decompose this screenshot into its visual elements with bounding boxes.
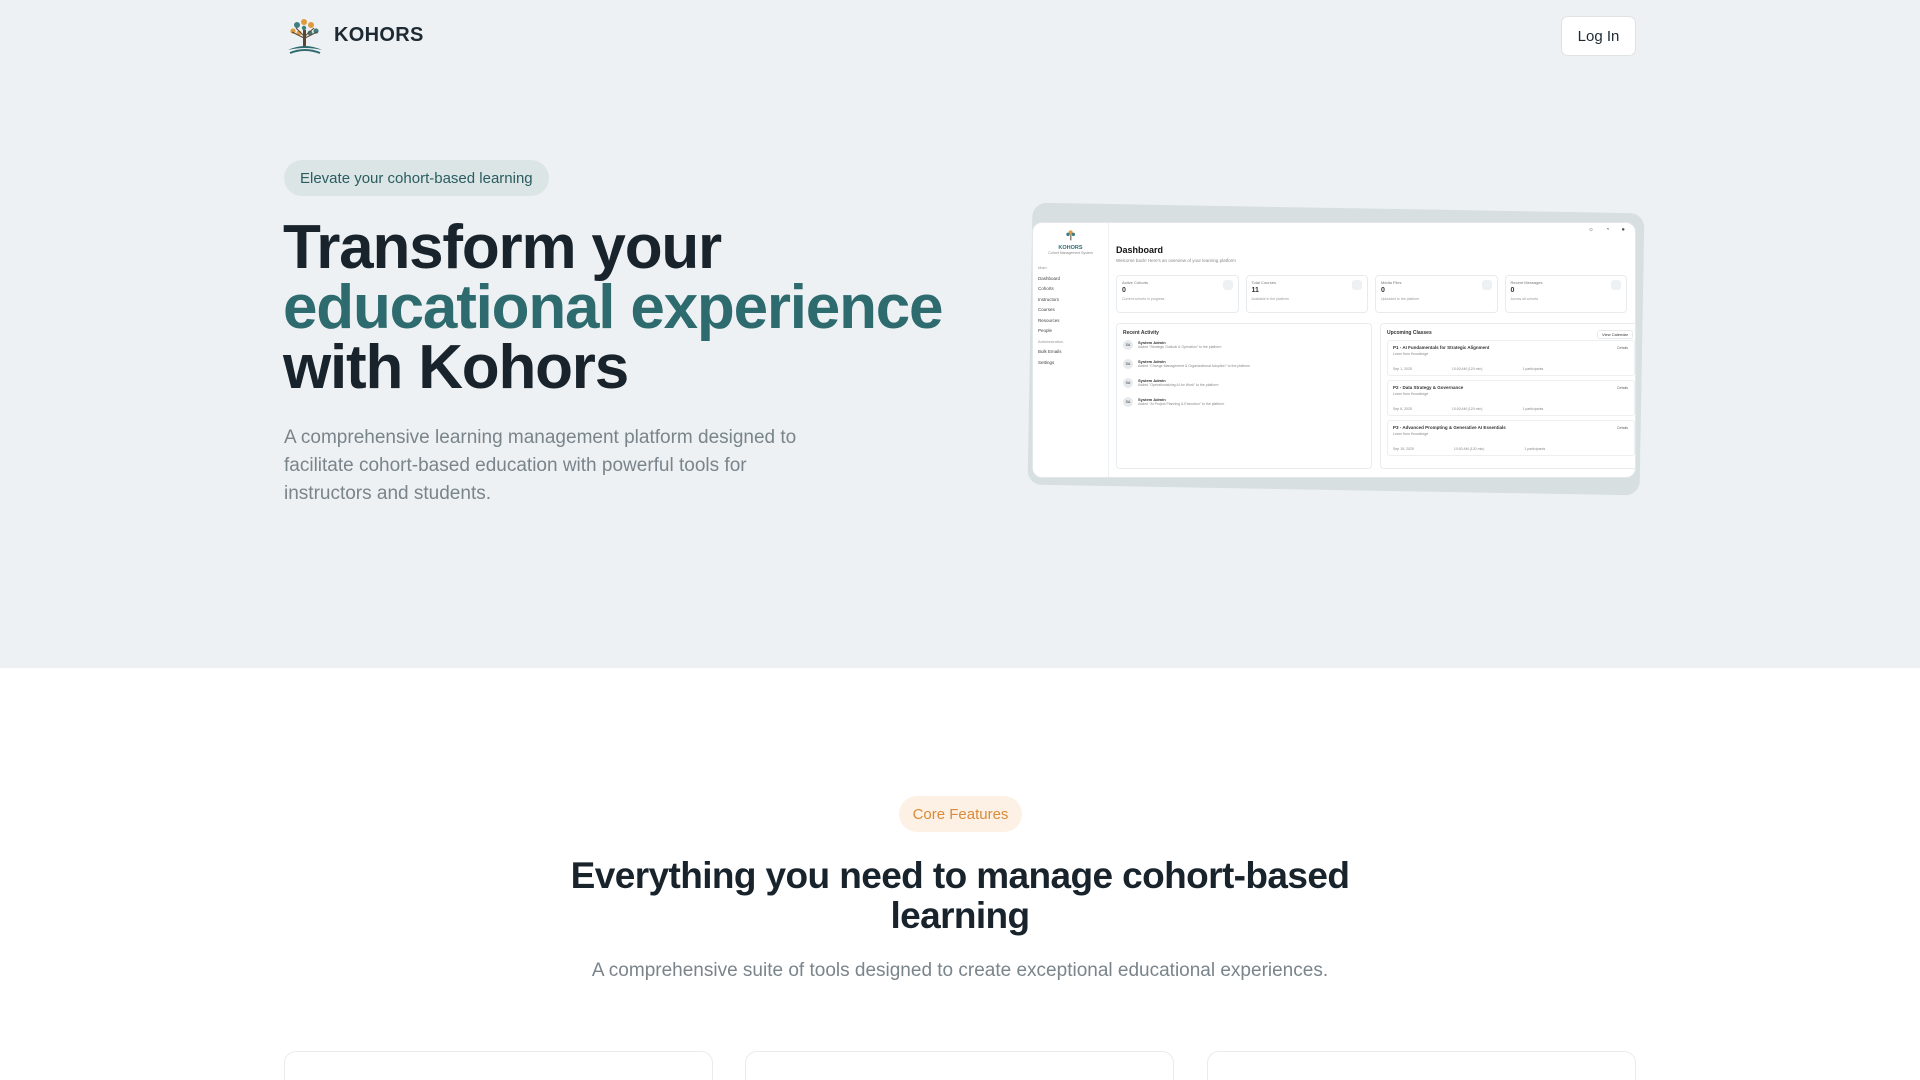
- preview-main: ☼ ◔ ● Dashboard Welcome back! Here's an …: [1113, 223, 1635, 477]
- bell-icon: ◔: [1605, 227, 1610, 233]
- book-icon: [1352, 280, 1362, 290]
- preview-title: Dashboard: [1116, 245, 1164, 255]
- features-badge: Core Features: [899, 796, 1022, 832]
- class-name: P1 - AI Fundamentals for Strategic Align…: [1393, 345, 1490, 350]
- preview-brand: KOHORS Cohort Management System: [1033, 229, 1108, 255]
- activity-msg: Added "Change Management & Organizationa…: [1138, 364, 1251, 368]
- preview-nav-item: Cohorts: [1038, 286, 1054, 291]
- hero-title-line-1: Transform your: [283, 213, 722, 282]
- activity-msg: Added "Operationalizing AI for Work" to …: [1138, 383, 1219, 387]
- brand-name: KOHORS: [334, 23, 424, 46]
- feature-card: [1207, 1051, 1636, 1080]
- stat-label: Active Cohorts: [1122, 280, 1149, 285]
- class-name: P3 - Advanced Prompting & Generative AI …: [1393, 425, 1506, 430]
- avatar: ●: [1621, 227, 1625, 233]
- hero-title-line-3: with Kohors: [283, 333, 629, 402]
- preview-sidebar: KOHORS Cohort Management System Main Das…: [1033, 223, 1109, 477]
- features-description: A comprehensive suite of tools designed …: [591, 960, 1329, 981]
- avatar: SA: [1123, 397, 1133, 407]
- stat-card: Active Cohorts 0 Current cohorts in prog…: [1116, 275, 1239, 313]
- activity-msg: Added "Strategic Outlook & Operation" to…: [1138, 345, 1222, 349]
- tree-logo-icon: [1065, 230, 1075, 241]
- preview-nav-item: Bulk Emails: [1038, 349, 1062, 354]
- class-date: Sep 8, 2025: [1393, 407, 1412, 411]
- file-icon: [1481, 280, 1492, 290]
- preview-recent-activity: Recent Activity SA System Admin Added "St…: [1116, 323, 1372, 469]
- stat-desc: Uploaded to the platform: [1381, 297, 1420, 301]
- feature-card: [745, 1051, 1174, 1080]
- class-name: P2 - Data Strategy & Governance: [1393, 385, 1464, 390]
- message-icon: [1611, 280, 1621, 290]
- stat-value: 0: [1381, 287, 1385, 294]
- dashboard-preview-image: KOHORS Cohort Management System Main Das…: [1032, 222, 1636, 478]
- avatar: SA: [1123, 378, 1133, 388]
- stat-card: Total Courses 11 Available in the platfo…: [1245, 275, 1368, 313]
- preview-nav: Main Dashboard Cohorts Instructors Cours…: [1038, 265, 1063, 370]
- class-item: P3 - Advanced Prompting & Generative AI …: [1387, 420, 1635, 456]
- preview-upcoming-classes: Upcoming Classes View Calendar P1 - AI F…: [1380, 323, 1635, 469]
- hero-description: A comprehensive learning management plat…: [284, 427, 797, 504]
- class-people: 1 participants: [1524, 447, 1546, 451]
- view-calendar-button: View Calendar: [1597, 330, 1633, 339]
- stat-desc: Current cohorts in progress: [1122, 297, 1165, 301]
- stat-label: Media Files: [1381, 280, 1402, 285]
- class-people: 1 participants: [1522, 367, 1544, 371]
- stat-label: Recent Messages: [1510, 280, 1543, 285]
- class-item: P2 - Data Strategy & Governance Learn fr…: [1387, 380, 1635, 416]
- stat-label: Total Courses: [1251, 280, 1276, 285]
- login-button[interactable]: Log In: [1561, 16, 1636, 56]
- preview-nav-section-main: Main: [1038, 265, 1047, 270]
- stat-card: Recent Messages 0 Across all cohorts: [1504, 275, 1627, 313]
- class-sub: Learn from Knowledge: [1393, 352, 1429, 356]
- users-icon: [1222, 280, 1233, 290]
- class-date: Sep 15, 2025: [1393, 447, 1414, 451]
- tree-logo-icon: [288, 19, 322, 54]
- preview-stat-cards: Active Cohorts 0 Current cohorts in prog…: [1116, 275, 1627, 313]
- preview-nav-item: Instructors: [1038, 296, 1060, 302]
- activity-msg: Added "AI Project Planning & Execution" …: [1138, 402, 1225, 406]
- stat-desc: Available in the platform: [1251, 297, 1289, 301]
- class-details: Details: [1617, 386, 1628, 390]
- preview-brand-sub: Cohort Management System: [1048, 251, 1093, 255]
- preview-topbar-icons: ☼ ◔ ●: [1588, 227, 1625, 233]
- stat-value: 0: [1122, 287, 1126, 294]
- logo[interactable]: KOHORS: [284, 14, 424, 56]
- class-sub: Learn from Knowledge: [1393, 432, 1429, 436]
- class-date: Sep 1, 2025: [1393, 367, 1412, 371]
- stat-card: Media Files 0 Uploaded to the platform: [1375, 275, 1498, 313]
- activity-item: SA System Admin Added "Operationalizing A…: [1123, 378, 1365, 397]
- stat-value: 11: [1251, 287, 1259, 294]
- feature-card: [284, 1051, 713, 1080]
- preview-nav-item: Dashboard: [1038, 275, 1061, 281]
- hero-badge: Elevate your cohort-based learning: [284, 160, 549, 196]
- avatar: SA: [1123, 340, 1133, 350]
- preview-subtitle: Welcome back! Here's an overview of your…: [1116, 258, 1236, 263]
- preview-nav-item: People: [1038, 328, 1053, 333]
- hero-title: Transform your educational experience wi…: [283, 213, 983, 402]
- class-details: Details: [1617, 346, 1628, 350]
- theme-icon: ☼: [1588, 227, 1594, 233]
- class-time: 10:00 AM (120 min): [1451, 367, 1483, 371]
- activity-heading: Recent Activity: [1123, 330, 1159, 336]
- preview-nav-section-admin: Administration: [1038, 338, 1064, 344]
- stat-value: 0: [1510, 287, 1515, 294]
- avatar: SA: [1123, 359, 1133, 369]
- class-time: 10:00 AM (120 min): [1451, 407, 1483, 411]
- preview-nav-item: Settings: [1038, 359, 1055, 365]
- class-item: P1 - AI Fundamentals for Strategic Align…: [1387, 340, 1635, 376]
- activity-item: SA System Admin Added "Strategic Outlook …: [1123, 340, 1365, 359]
- preview-nav-item: Resources: [1038, 317, 1060, 323]
- stat-desc: Across all cohorts: [1510, 297, 1539, 301]
- class-people: 1 participants: [1522, 407, 1544, 411]
- class-sub: Learn from Knowledge: [1393, 392, 1429, 396]
- features-title: Everything you need to manage cohort-bas…: [570, 855, 1350, 936]
- class-time: 10:00 AM (120 min): [1453, 447, 1485, 451]
- hero-title-line-2: educational experience: [283, 273, 944, 342]
- activity-item: SA System Admin Added "AI Project Plannin…: [1123, 397, 1365, 416]
- preview-nav-item: Courses: [1038, 307, 1055, 312]
- class-details: Details: [1617, 426, 1628, 430]
- activity-item: SA System Admin Added "Change Management …: [1123, 359, 1365, 378]
